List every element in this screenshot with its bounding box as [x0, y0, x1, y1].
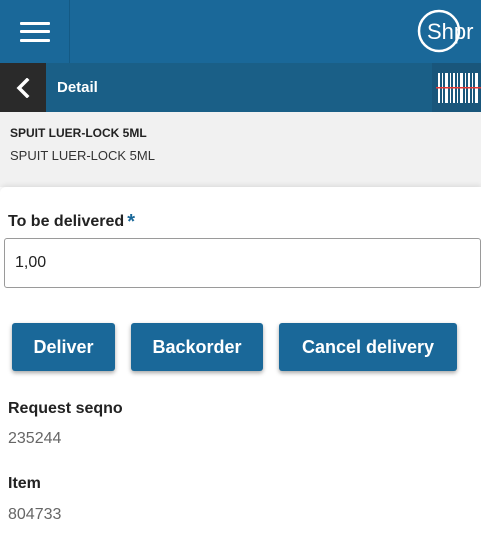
app-logo: Shpr	[416, 8, 481, 54]
page-title: Detail	[57, 79, 98, 96]
delivery-form: To be delivered* Deliver Backorder Cance…	[0, 187, 481, 542]
barcode-icon	[436, 72, 481, 103]
product-summary: SPUIT LUER-LOCK 5ML SPUIT LUER-LOCK 5ML	[0, 112, 481, 187]
app-header: Shpr	[0, 0, 481, 63]
product-code: SPUIT LUER-LOCK 5ML	[10, 126, 147, 140]
request-seqno-value: 235244	[8, 430, 62, 447]
quantity-input[interactable]	[4, 238, 481, 288]
backorder-button[interactable]: Backorder	[131, 323, 263, 371]
item-label: Item	[8, 475, 41, 492]
required-marker: *	[127, 211, 135, 233]
svg-text:Shpr: Shpr	[427, 19, 473, 44]
cancel-delivery-button[interactable]: Cancel delivery	[279, 323, 457, 371]
scan-barcode-button[interactable]	[432, 63, 481, 112]
hamburger-icon	[19, 21, 50, 42]
request-seqno-label: Request seqno	[8, 400, 123, 417]
detail-toolbar: Detail	[0, 63, 481, 112]
back-button[interactable]	[0, 63, 46, 112]
product-description: SPUIT LUER-LOCK 5ML	[10, 148, 155, 163]
menu-button[interactable]	[0, 0, 70, 63]
deliver-button[interactable]: Deliver	[12, 323, 115, 371]
chevron-left-icon	[16, 77, 30, 98]
quantity-label-text: To be delivered	[8, 213, 125, 230]
quantity-label: To be delivered *	[8, 211, 135, 234]
item-value: 804733	[8, 506, 62, 523]
